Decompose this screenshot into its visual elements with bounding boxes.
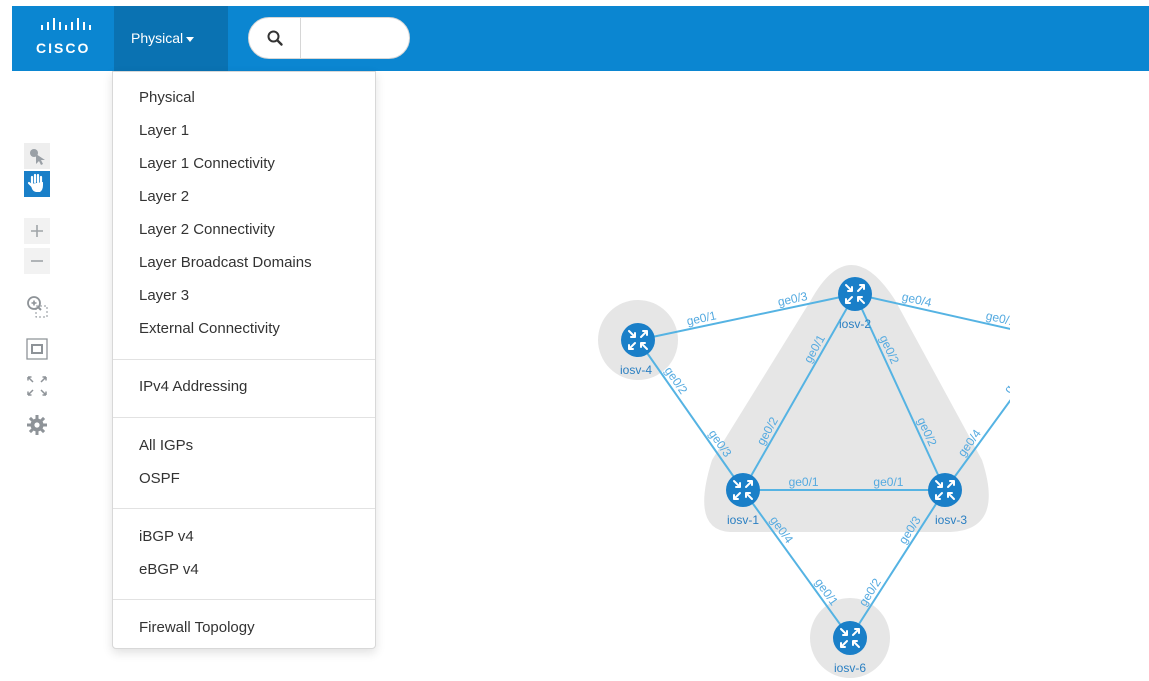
- settings-button[interactable]: [24, 412, 50, 438]
- router-icon: [621, 323, 655, 357]
- router-icon: [838, 277, 872, 311]
- cisco-bridge-icon: [41, 18, 91, 30]
- search-box: [248, 17, 410, 59]
- pan-tool-button[interactable]: [24, 171, 50, 197]
- menu-divider: [113, 599, 375, 600]
- node-label: iosv-2: [839, 317, 871, 331]
- menu-item-ibgp-v4[interactable]: iBGP v4: [139, 528, 194, 545]
- interface-label-iosv-5: ge0/2: [1001, 363, 1010, 396]
- node-label: iosv-1: [727, 513, 759, 527]
- plus-icon: [24, 218, 50, 244]
- interface-label-iosv-1: ge0/1: [789, 475, 819, 489]
- fullscreen-button[interactable]: [24, 373, 50, 399]
- zoom-in-button[interactable]: [24, 218, 50, 244]
- gear-icon: [27, 415, 47, 435]
- search-icon: [267, 30, 283, 46]
- router-node-iosv-2[interactable]: iosv-2: [838, 277, 872, 331]
- caret-down-icon: [186, 36, 195, 42]
- interface-label-iosv-2: ge0/3: [776, 289, 809, 309]
- menu-divider: [113, 417, 375, 418]
- menu-item-ebgp-v4[interactable]: eBGP v4: [139, 561, 199, 578]
- cisco-logo[interactable]: CISCO: [36, 18, 102, 58]
- node-label: iosv-3: [935, 513, 967, 527]
- select-pointer-icon: [24, 143, 50, 169]
- zoom-out-button[interactable]: [24, 248, 50, 274]
- interface-label-iosv-4: ge0/1: [685, 308, 718, 328]
- zoom-selection-button[interactable]: [24, 293, 50, 319]
- interface-label-iosv-2: ge0/4: [901, 290, 934, 310]
- menu-item-layer-3[interactable]: Layer 3: [139, 287, 189, 304]
- menu-item-layer-2[interactable]: Layer 2: [139, 188, 189, 205]
- hand-icon: [24, 171, 50, 197]
- router-icon: [928, 473, 962, 507]
- router-node-iosv-6[interactable]: iosv-6: [833, 621, 867, 675]
- menu-item-ospf[interactable]: OSPF: [139, 470, 180, 487]
- router-icon: [726, 473, 760, 507]
- node-groups: [598, 265, 989, 678]
- menu-item-layer-broadcast-domains[interactable]: Layer Broadcast Domains: [139, 254, 312, 271]
- logo-text: CISCO: [36, 40, 91, 56]
- menu-item-firewall-topology[interactable]: Firewall Topology: [139, 619, 255, 636]
- router-node-iosv-4[interactable]: iosv-4: [620, 323, 655, 377]
- fit-view-button[interactable]: [24, 336, 50, 362]
- menu-item-layer-2-connectivity[interactable]: Layer 2 Connectivity: [139, 221, 275, 238]
- link-iosv-4-iosv-1[interactable]: [637, 339, 744, 491]
- view-dropdown-menu: Physical Layer 1 Layer 1 Connectivity La…: [112, 71, 376, 649]
- search-input[interactable]: [302, 19, 404, 57]
- menu-item-all-igps[interactable]: All IGPs: [139, 437, 193, 454]
- view-menu-label: Physical: [131, 30, 184, 46]
- menu-divider: [113, 508, 375, 509]
- select-tool-button[interactable]: [24, 143, 50, 169]
- expand-arrows-icon: [27, 376, 47, 396]
- network-topology-canvas[interactable]: ge0/1ge0/3 ge0/4ge0/1ge0/2ge0/3ge0/1ge0/2…: [590, 250, 1010, 681]
- interface-label-iosv-3: ge0/1: [873, 475, 903, 489]
- node-label: iosv-4: [620, 363, 652, 377]
- menu-item-external-connectivity[interactable]: External Connectivity: [139, 320, 280, 337]
- menu-item-layer-1-connectivity[interactable]: Layer 1 Connectivity: [139, 155, 275, 172]
- top-navbar: CISCO Physical: [12, 6, 1149, 71]
- minus-icon: [24, 248, 50, 274]
- view-menu-button[interactable]: Physical: [114, 6, 228, 71]
- router-icon: [833, 621, 867, 655]
- node-label: iosv-6: [834, 661, 866, 675]
- fit-screen-icon: [26, 338, 48, 360]
- menu-item-layer-1[interactable]: Layer 1: [139, 122, 189, 139]
- menu-item-physical[interactable]: Physical: [139, 89, 195, 106]
- router-node-iosv-1[interactable]: iosv-1: [726, 473, 760, 527]
- search-button[interactable]: [249, 18, 301, 58]
- menu-divider: [113, 359, 375, 360]
- zoom-selection-icon: [27, 296, 48, 318]
- menu-item-ipv4-addressing[interactable]: IPv4 Addressing: [139, 378, 247, 395]
